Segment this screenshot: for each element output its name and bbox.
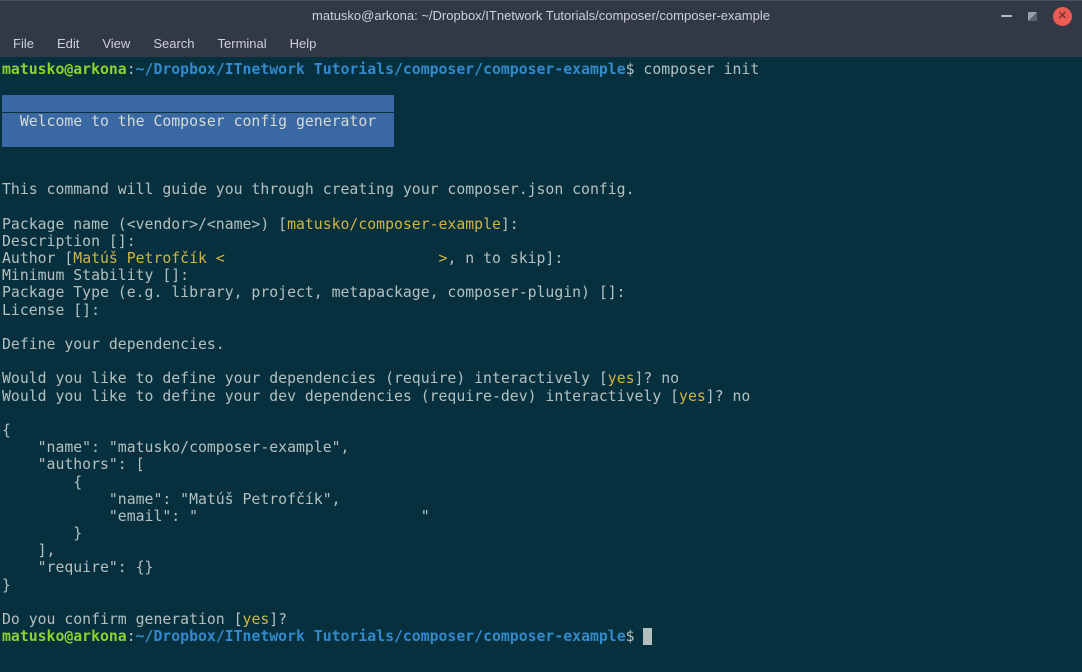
terminal-line: Define your dependencies. (2, 336, 1082, 353)
menu-item-terminal[interactable]: Terminal (215, 34, 270, 53)
terminal-text-segment: Would you like to define your dependenci… (2, 370, 608, 388)
title-bar[interactable]: matusko@arkona: ~/Dropbox/ITnetwork Tuto… (0, 0, 1082, 30)
window-controls: ✕ (1001, 1, 1072, 31)
terminal-text-segment: ]? no (705, 387, 751, 405)
terminal-text-segment: $ (625, 628, 644, 646)
terminal-line: ], (2, 542, 1082, 559)
terminal-line: Description []: (2, 233, 1082, 250)
terminal-text-segment: "name": "Matúš Petrofčík", (2, 490, 341, 508)
restore-icon[interactable] (1028, 11, 1037, 21)
terminal-text-segment: "email": " " (2, 507, 430, 525)
terminal-text-segment: ]? (269, 611, 288, 628)
menu-bar: File Edit View Search Terminal Help (0, 30, 1082, 57)
terminal-text-segment: Matúš Petrofčík < > (73, 250, 448, 268)
terminal-line: "email": " " (2, 508, 1082, 525)
terminal-line: Do you confirm generation [yes]? (2, 611, 1082, 628)
terminal-line: } (2, 577, 1082, 594)
terminal-line: "name": "Matúš Petrofčík", (2, 491, 1082, 508)
terminal-text-segment: matusko@arkona (2, 61, 127, 78)
menu-item-help[interactable]: Help (287, 34, 320, 53)
minimize-icon[interactable] (1001, 15, 1012, 17)
menu-item-search[interactable]: Search (150, 34, 197, 53)
terminal-line: This command will guide you through crea… (2, 181, 1082, 198)
terminal-text-segment: yes (607, 370, 635, 388)
terminal-text-segment: Description []: (2, 232, 136, 250)
terminal-cursor (643, 628, 653, 646)
window-title: matusko@arkona: ~/Dropbox/ITnetwork Tuto… (312, 8, 770, 23)
terminal-text-segment: $ composer init (625, 61, 760, 78)
terminal-text-segment: matusko@arkona (2, 628, 127, 646)
terminal-text-segment: yes (242, 611, 270, 628)
terminal-text-segment: ]? no (634, 370, 680, 388)
terminal-line: "name": "matusko/composer-example", (2, 439, 1082, 456)
terminal-text-segment (2, 95, 394, 113)
terminal-text-segment: ~/Dropbox/ITnetwork Tutorials/composer/c… (135, 61, 626, 78)
terminal-text-segment: yes (679, 387, 706, 405)
terminal-line: Author [Matúš Petrofčík < >, n to skip]: (2, 250, 1082, 267)
terminal-text-segment: matusko/composer-example (287, 215, 501, 233)
terminal-line: } (2, 525, 1082, 542)
terminal-text-segment: { (2, 421, 11, 439)
terminal-text-segment: Welcome to the Composer config generator (2, 112, 394, 130)
terminal-text-segment: Define your dependencies. (2, 336, 225, 353)
menu-item-edit[interactable]: Edit (54, 34, 82, 53)
terminal-line: { (2, 422, 1082, 439)
terminal-line: Package name (<vendor>/<name>) [matusko/… (2, 216, 1082, 233)
close-icon[interactable]: ✕ (1053, 6, 1072, 26)
terminal-line: matusko@arkona:~/Dropbox/ITnetwork Tutor… (2, 61, 1082, 78)
terminal-line: matusko@arkona:~/Dropbox/ITnetwork Tutor… (2, 628, 1082, 646)
terminal-text-segment (2, 129, 394, 147)
terminal-text-segment: ], (2, 542, 56, 560)
terminal-text-segment: : (126, 628, 136, 646)
terminal-text-segment: Minimum Stability []: (2, 267, 190, 285)
terminal-text-segment: ]: (500, 215, 519, 233)
terminal-text-segment: , n to skip]: (447, 250, 564, 268)
terminal-line: Package Type (e.g. library, project, met… (2, 284, 1082, 301)
terminal-line: Welcome to the Composer config generator (2, 112, 1082, 130)
terminal-line: "require": {} (2, 559, 1082, 576)
terminal-text-segment: ~/Dropbox/ITnetwork Tutorials/composer/c… (135, 628, 626, 646)
terminal-line (2, 95, 1082, 113)
terminal-line: License []: (2, 302, 1082, 319)
menu-item-file[interactable]: File (10, 34, 37, 53)
terminal-text-segment: } (2, 576, 11, 594)
terminal-line (2, 129, 1082, 147)
terminal-text-segment: "name": "matusko/composer-example", (2, 439, 350, 457)
terminal-text-segment: } (2, 525, 83, 543)
terminal-text-segment: Package Type (e.g. library, project, met… (2, 284, 626, 302)
terminal-line: Would you like to define your dependenci… (2, 370, 1082, 387)
menu-item-view[interactable]: View (99, 34, 133, 53)
terminal-line: "authors": [ (2, 456, 1082, 473)
terminal-text-segment: Package name (<vendor>/<name>) [ (2, 215, 288, 233)
terminal-text-segment: Do you confirm generation [ (2, 611, 243, 628)
terminal-line: Would you like to define your dev depend… (2, 388, 1082, 405)
terminal-text-segment: Author [ (2, 250, 74, 268)
terminal-text-segment: { (2, 473, 83, 491)
terminal-text-segment: "require": {} (2, 559, 154, 577)
terminal-text-segment: : (126, 61, 136, 78)
terminal-text-segment: "authors": [ (2, 456, 145, 474)
terminal-output[interactable]: matusko@arkona:~/Dropbox/ITnetwork Tutor… (0, 57, 1082, 672)
terminal-text-segment: Would you like to define your dev depend… (2, 387, 680, 405)
terminal-text-segment: License []: (2, 301, 100, 319)
terminal-line: Minimum Stability []: (2, 267, 1082, 284)
terminal-line: { (2, 474, 1082, 491)
terminal-text-segment: This command will guide you through crea… (2, 181, 635, 199)
